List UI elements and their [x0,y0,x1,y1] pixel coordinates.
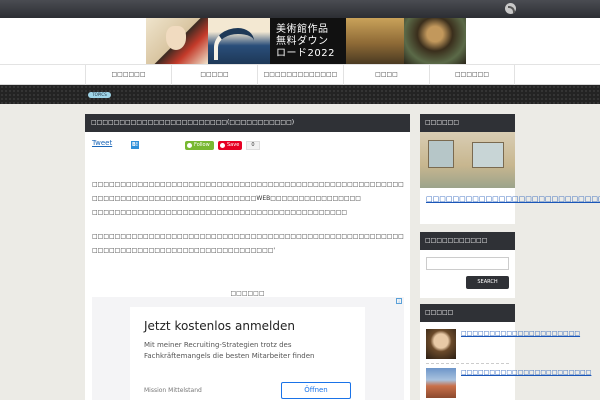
ad-label: □□□□□□ [230,290,265,297]
ad-card[interactable]: Jetzt kostenlos anmelden Mit meiner Recr… [130,307,365,400]
banner-title-line3: ロード2022 [276,48,335,59]
banner-title-block: 美術館作品 無料ダウン ロード2022 [270,18,346,64]
featured-link[interactable]: □□□□□□□□□□□□□□□□□□□□□□□□□□□ [426,193,600,205]
mona-lisa-image [404,18,466,64]
article: □□□□□□□□□□□□□□□□□□□□□□□□(□□□□□□□□□□□) Tw… [85,114,410,400]
ranking-link-1[interactable]: □□□□□□□□□□□□□□□□□□□□□ [461,329,580,338]
pinterest-save-button[interactable]: Save [218,141,242,150]
ad-advertiser: Mission Mittelstand [144,387,202,394]
nav-item-1[interactable]: □□□□□□ [85,65,171,85]
topics-badge: TOPICS [88,92,111,98]
top-bar [0,0,600,18]
sidebar-search-heading: □□□□□□□□□□□ [420,232,515,250]
save-count: 0 [246,141,260,150]
site-banner[interactable]: 美術館作品 無料ダウン ロード2022 [146,18,466,64]
post-title-bar: □□□□□□□□□□□□□□□□□□□□□□□□(□□□□□□□□□□□) [85,114,410,132]
ad-open-button[interactable]: Öffnen [281,382,351,399]
article-paragraph-1: □□□□□□□□□□□□□□□□□□□□□□□□□□□□□□□□□□□□□□□□… [92,181,404,202]
topics-bar: TOPICS [0,85,600,104]
nav-item-5[interactable]: □□□□□□ [429,65,515,85]
main-nav: □□□□□□ □□□□□ □□□□□□□□□□□□□ □□□□ □□□□□□ [0,64,600,85]
sidebar-widget-search: □□□□□□□□□□□ SEARCH [420,232,515,298]
nav-item-4[interactable]: □□□□ [343,65,429,85]
tweet-link[interactable]: Tweet [92,139,112,147]
ranking-thumbnail-2[interactable] [426,368,456,398]
sidebar-featured-heading: □□□□□□ [420,114,515,132]
ranking-thumbnail-1[interactable] [426,329,456,359]
millet-painting-image [346,18,404,64]
ranking-divider [426,363,509,364]
ad-container: i Jetzt kostenlos anmelden Mit meiner Re… [92,297,404,400]
search-input[interactable] [426,257,509,270]
rss-icon[interactable] [505,3,516,14]
ad-headline[interactable]: Jetzt kostenlos anmelden [144,319,295,333]
post-title: □□□□□□□□□□□□□□□□□□□□□□□□(□□□□□□□□□□□) [91,119,295,126]
banner-title-line1: 美術館作品 [276,24,329,35]
ukiyoe-actor-image [146,18,208,64]
featured-painting-image[interactable] [420,132,515,188]
article-paragraph-3: □□□□□□□□□□□□□□□□□□□□□□□□□□□□□□□□□□□□□□□□… [92,233,404,254]
sidebar-widget-featured: □□□□□□ □□□□□□□□□□□□□□□□□□□□□□□□□□□ [420,114,600,224]
nav-item-3[interactable]: □□□□□□□□□□□□□ [257,65,343,85]
ranking-link-2[interactable]: □□□□□□□□□□□□□□□□□□□□□□□ [461,368,591,377]
ad-choices-icon[interactable]: i [396,298,402,304]
article-paragraph-2: □□□□□□□□□□□□□□□□□□□□□□□□□□□□□□□□□□□□□□□□… [92,209,348,216]
hatena-bookmark-icon[interactable]: B! [131,141,139,149]
search-button[interactable]: SEARCH [466,276,509,289]
banner-title-line2: 無料ダウン [276,36,329,47]
ad-subtext: Mit meiner Recruiting-Strategien trotz d… [144,341,315,360]
nav-item-2[interactable]: □□□□□ [171,65,257,85]
follow-button[interactable]: Follow [185,141,214,150]
site-header: 美術館作品 無料ダウン ロード2022 [0,18,600,64]
sidebar-widget-ranking: □□□□□ □□□□□□□□□□□□□□□□□□□□□ □□□□□□□□□□□□… [420,304,591,400]
sidebar-ranking-heading: □□□□□ [420,304,515,322]
great-wave-image [208,18,270,64]
